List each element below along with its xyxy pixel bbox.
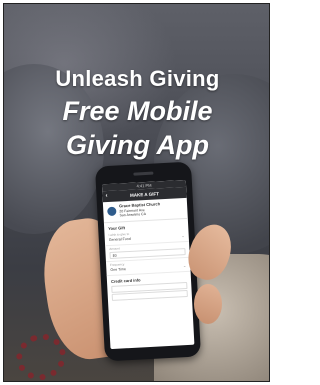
chevron-down-icon: ⌄ <box>181 232 185 238</box>
church-info: Grace Baptist Church 20 Fairmont Ave San… <box>119 201 161 218</box>
church-logo <box>107 206 117 217</box>
headline-free-mobile: Free Mobile <box>62 96 213 126</box>
phone-screen: 4:41 PM ‹ MAKE A GIFT Grace Baptist Chur… <box>101 179 195 350</box>
church-address-line2: San Anselmo CA <box>119 212 147 218</box>
smartphone: 4:41 PM ‹ MAKE A GIFT Grace Baptist Chur… <box>94 161 202 362</box>
chevron-left-icon[interactable]: ‹ <box>105 191 108 202</box>
poster-image: Unleash Giving Free Mobile Giving App 4:… <box>3 3 270 382</box>
chevron-down-icon: ⌄ <box>182 262 187 268</box>
headline-giving-app: Giving App <box>66 130 209 160</box>
nav-title: MAKE A GIFT <box>129 191 160 198</box>
headline-unleash-giving: Unleash Giving <box>55 66 220 91</box>
right-finger <box>194 284 222 324</box>
phone-speaker <box>133 171 154 176</box>
